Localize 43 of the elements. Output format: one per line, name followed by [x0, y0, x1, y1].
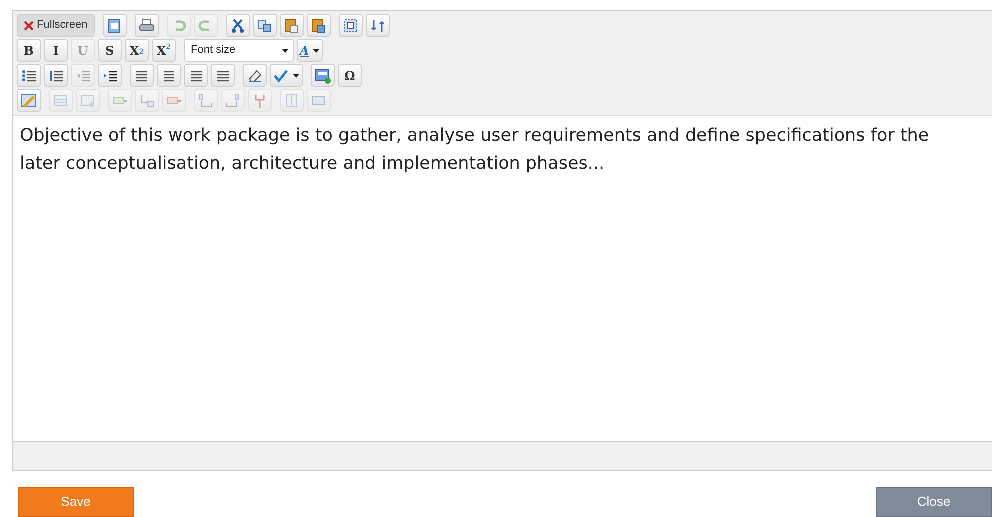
- close-icon: [24, 20, 34, 30]
- caret-icon: [313, 48, 320, 52]
- column-insert-icon: [225, 92, 241, 108]
- format-button[interactable]: X$^{2}$: [152, 39, 176, 62]
- eraser-icon: [247, 68, 263, 84]
- table-icon: [284, 92, 300, 108]
- table-icon: [80, 92, 96, 108]
- toolbar-button[interactable]: [184, 64, 208, 87]
- caret-icon: [293, 74, 300, 78]
- format-button[interactable]: I: [44, 39, 68, 62]
- copy-icon: [256, 18, 273, 34]
- toolbar-button[interactable]: [243, 64, 267, 87]
- replace-icon: [370, 18, 386, 34]
- media-icon: [315, 68, 331, 84]
- toolbar-button[interactable]: [157, 64, 181, 87]
- caret-icon: [282, 48, 289, 52]
- toolbar-button[interactable]: [130, 64, 154, 87]
- toolbar-button[interactable]: [17, 64, 41, 87]
- table-icon: [53, 92, 69, 108]
- toolbar-button[interactable]: [226, 14, 250, 37]
- toolbar-button[interactable]: [211, 64, 235, 87]
- column-insert-icon: [198, 92, 214, 108]
- select-all-icon: [342, 18, 359, 34]
- toolbar-button[interactable]: [311, 64, 335, 87]
- clipboard-icon: [284, 18, 300, 34]
- format-button[interactable]: B: [17, 39, 41, 62]
- row-insert-icon: [139, 92, 155, 108]
- table-icon: [21, 92, 37, 108]
- clipboard-icon: [310, 18, 327, 34]
- checkmark-icon: [273, 68, 289, 84]
- print-icon: [138, 18, 155, 34]
- bullet-list-icon: [21, 68, 37, 84]
- font-color-button[interactable]: A: [297, 39, 324, 62]
- editor-text-area[interactable]: Objective of this work package is to gather, analyse user requirements and define specifications for the later conceptualisation, architecture and implementation phases...: [13, 115, 992, 442]
- toolbar-button[interactable]: [98, 64, 122, 87]
- fullscreen-button[interactable]: Fullscreen: [17, 14, 95, 37]
- document-icon: [106, 18, 123, 34]
- format-button[interactable]: Ω: [338, 64, 362, 87]
- toolbar-button[interactable]: [44, 64, 68, 87]
- font-size-dropdown[interactable]: Font size: [184, 39, 294, 62]
- toolbar-button[interactable]: [338, 14, 363, 37]
- format-button[interactable]: S: [98, 39, 122, 62]
- cut-icon: [230, 18, 246, 34]
